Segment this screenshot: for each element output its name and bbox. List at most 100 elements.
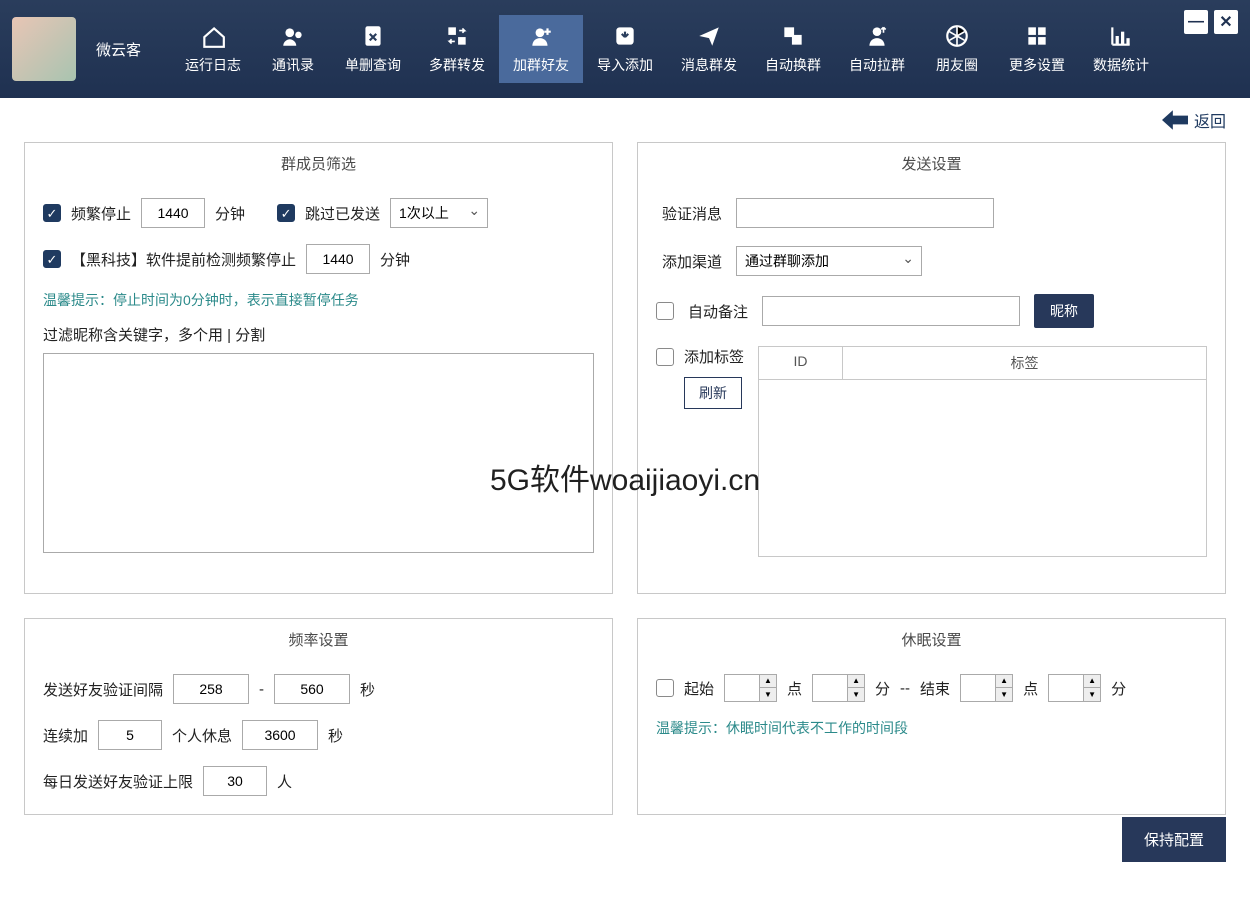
freq-stop-label: 频繁停止 [71, 203, 131, 224]
home-icon [200, 23, 226, 49]
nav-label: 自动换群 [765, 55, 821, 75]
rest-input[interactable] [242, 720, 318, 750]
interval-unit: 秒 [360, 679, 375, 700]
back-arrow-icon [1162, 110, 1188, 130]
panel-title: 发送设置 [638, 143, 1225, 184]
continuous-input[interactable] [98, 720, 162, 750]
filter-kw-textarea[interactable] [43, 353, 594, 553]
doc-x-icon [360, 23, 386, 49]
nav-item-11[interactable]: 数据统计 [1079, 15, 1163, 83]
nav-item-8[interactable]: 自动拉群 [835, 15, 919, 83]
freq-stop-input[interactable] [141, 198, 205, 228]
freq-stop-checkbox[interactable] [43, 204, 61, 222]
back-button[interactable]: 返回 [1162, 108, 1226, 132]
save-config-button[interactable]: 保持配置 [1122, 817, 1226, 862]
nav-label: 消息群发 [681, 55, 737, 75]
end-hour-spinner[interactable]: ▲▼ [960, 674, 1013, 702]
nav-item-4[interactable]: 加群好友 [499, 15, 583, 83]
nav-item-9[interactable]: 朋友圈 [919, 15, 995, 83]
nav-label: 数据统计 [1093, 55, 1149, 75]
back-label: 返回 [1194, 108, 1226, 132]
contacts-icon [280, 23, 306, 49]
verify-msg-input[interactable] [736, 198, 994, 228]
panel-member-filter: 群成员筛选 频繁停止 分钟 跳过已发送 1次以上 【黑科技】软件提前检测频繁停止 [24, 142, 613, 594]
nav-item-10[interactable]: 更多设置 [995, 15, 1079, 83]
auto-remark-label: 自动备注 [688, 301, 748, 322]
filter-hint: 温馨提示：停止时间为0分钟时，表示直接暂停任务 [43, 290, 594, 310]
nav-item-3[interactable]: 多群转发 [415, 15, 499, 83]
end-min-spinner[interactable]: ▲▼ [1048, 674, 1101, 702]
close-button[interactable]: ✕ [1214, 10, 1238, 34]
interval-sep: - [259, 681, 264, 698]
nav-item-2[interactable]: 单删查询 [331, 15, 415, 83]
panel-send-settings: 发送设置 验证消息 添加渠道 通过群聊添加 自动备注 昵称 [637, 142, 1226, 594]
auto-remark-checkbox[interactable] [656, 302, 674, 320]
sleep-enable-checkbox[interactable] [656, 679, 674, 697]
black-tech-input[interactable] [306, 244, 370, 274]
skip-sent-select[interactable]: 1次以上 [390, 198, 488, 228]
nav-label: 运行日志 [185, 55, 241, 75]
top-bar: 微云客 运行日志 通讯录 单删查询 多群转发 加群好友 导入添加 消息群发 自动换群 自动拉群 朋… [0, 0, 1250, 98]
nickname-button[interactable]: 昵称 [1034, 294, 1094, 328]
rest-unit: 秒 [328, 725, 343, 746]
nav-item-6[interactable]: 消息群发 [667, 15, 751, 83]
panel-title: 群成员筛选 [25, 143, 612, 184]
tag-table-body[interactable] [759, 380, 1206, 556]
add-channel-label: 添加渠道 [656, 251, 722, 272]
add-tag-checkbox[interactable] [656, 348, 674, 366]
import-icon [612, 23, 638, 49]
minimize-button[interactable]: — [1184, 10, 1208, 34]
nav-item-1[interactable]: 通讯录 [255, 15, 331, 83]
nav-label: 通讯录 [272, 55, 314, 75]
black-tech-checkbox[interactable] [43, 250, 61, 268]
verify-msg-label: 验证消息 [656, 203, 722, 224]
tag-table: ID 标签 [758, 346, 1207, 557]
aperture-icon [944, 23, 970, 49]
nav-label: 单删查询 [345, 55, 401, 75]
add-channel-select[interactable]: 通过群聊添加 [736, 246, 922, 276]
skip-sent-label: 跳过已发送 [305, 203, 380, 224]
avatar [12, 17, 76, 81]
black-tech-label: 【黑科技】软件提前检测频繁停止 [71, 249, 296, 270]
nav-label: 多群转发 [429, 55, 485, 75]
th-id: ID [759, 347, 843, 379]
window-controls: — ✕ [1184, 10, 1238, 34]
daily-limit-unit: 人 [277, 771, 292, 792]
add-tag-label: 添加标签 [684, 346, 744, 367]
panel-freq-settings: 频率设置 发送好友验证间隔 - 秒 连续加 个人休息 秒 每日发送好友验证上限 … [24, 618, 613, 815]
filter-kw-label: 过滤昵称含关键字，多个用 | 分割 [43, 324, 594, 345]
nav-items: 运行日志 通讯录 单删查询 多群转发 加群好友 导入添加 消息群发 自动换群 自动拉群 朋友圈 更多… [171, 15, 1163, 83]
black-tech-unit: 分钟 [380, 249, 410, 270]
nav-label: 朋友圈 [936, 55, 978, 75]
user-plus-icon [528, 23, 554, 49]
swap-icon [444, 23, 470, 49]
start-min-spinner[interactable]: ▲▼ [812, 674, 865, 702]
panel-sleep-settings: 休眠设置 起始 ▲▼ 点 ▲▼ 分 -- 结束 ▲▼ 点 ▲▼ 分 温馨提示：休… [637, 618, 1226, 815]
panel-title: 频率设置 [25, 619, 612, 660]
interval-max-input[interactable] [274, 674, 350, 704]
th-tag: 标签 [843, 347, 1206, 379]
nav-label: 更多设置 [1009, 55, 1065, 75]
nav-item-7[interactable]: 自动换群 [751, 15, 835, 83]
start-hour-spinner[interactable]: ▲▼ [724, 674, 777, 702]
nav-item-0[interactable]: 运行日志 [171, 15, 255, 83]
send-icon [696, 23, 722, 49]
daily-limit-label: 每日发送好友验证上限 [43, 771, 193, 792]
grid-icon [1024, 23, 1050, 49]
nav-label: 加群好友 [513, 55, 569, 75]
rest-label: 个人休息 [172, 725, 232, 746]
refresh-button[interactable]: 刷新 [684, 377, 742, 409]
daily-limit-input[interactable] [203, 766, 267, 796]
app-title: 微云客 [96, 39, 141, 60]
sleep-start-label: 起始 [684, 678, 714, 699]
nav-item-5[interactable]: 导入添加 [583, 15, 667, 83]
nav-label: 自动拉群 [849, 55, 905, 75]
interval-min-input[interactable] [173, 674, 249, 704]
interval-label: 发送好友验证间隔 [43, 679, 163, 700]
auto-remark-input[interactable] [762, 296, 1020, 326]
nav-label: 导入添加 [597, 55, 653, 75]
freq-stop-unit: 分钟 [215, 203, 245, 224]
skip-sent-checkbox[interactable] [277, 204, 295, 222]
sleep-end-label: 结束 [920, 678, 950, 699]
layers-icon [780, 23, 806, 49]
